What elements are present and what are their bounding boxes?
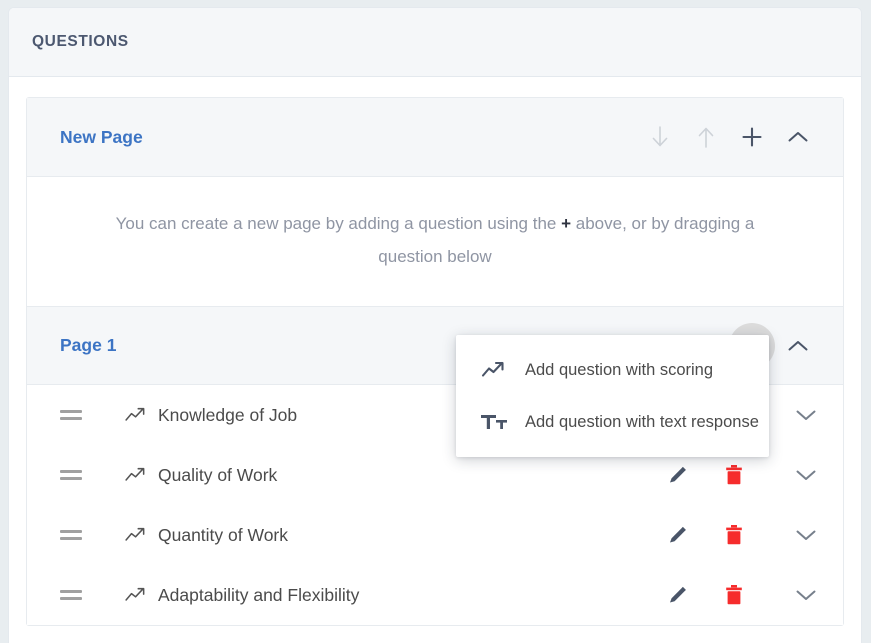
app-root: QUESTIONS New Page You can create a new … [0, 0, 871, 643]
pencil-icon [666, 463, 690, 487]
new-page-empty-state: You can create a new page by adding a qu… [27, 177, 843, 306]
page-title-new-page[interactable]: New Page [60, 127, 143, 148]
delete-question-button[interactable] [719, 520, 749, 550]
scoring-icon [124, 466, 148, 484]
question-actions [663, 460, 821, 490]
question-label: Quantity of Work [158, 524, 289, 545]
chevron-down-icon [794, 587, 818, 603]
scoring-icon [479, 360, 509, 380]
scoring-icon [124, 586, 148, 604]
move-page-down-button[interactable] [637, 114, 683, 160]
questions-panel: QUESTIONS New Page You can create a new … [8, 7, 862, 643]
collapse-page-button-page-1[interactable] [775, 323, 821, 369]
collapse-page-button-new-page[interactable] [775, 114, 821, 160]
new-page-hint-plus: + [561, 214, 572, 233]
question-actions [663, 580, 821, 610]
add-question-button-new-page[interactable] [729, 114, 775, 160]
new-page-hint: You can create a new page by adding a qu… [87, 207, 783, 273]
panel-title: QUESTIONS [32, 33, 129, 50]
delete-question-button[interactable] [719, 460, 749, 490]
expand-question-button[interactable] [791, 460, 821, 490]
delete-question-button[interactable] [719, 580, 749, 610]
panel-body: New Page You can create a new page by ad… [9, 77, 861, 626]
scoring-icon [124, 406, 148, 424]
menu-item-add-question-with-text-response[interactable]: Add question with text response [456, 396, 769, 448]
pencil-icon [666, 583, 690, 607]
expand-question-button[interactable] [791, 400, 821, 430]
text-response-icon [479, 411, 509, 433]
plus-icon [741, 126, 763, 148]
page-title-page-1[interactable]: Page 1 [60, 335, 116, 356]
chevron-down-icon [794, 527, 818, 543]
arrow-up-icon [695, 125, 717, 149]
question-label: Adaptability and Flexibility [158, 584, 360, 605]
drag-handle-icon[interactable] [60, 470, 86, 480]
question-row[interactable]: Adaptability and Flexibility [27, 565, 843, 625]
trash-icon [723, 523, 745, 547]
question-actions [663, 520, 821, 550]
page-header-new-page: New Page [27, 98, 843, 177]
chevron-down-icon [794, 407, 818, 423]
question-label: Knowledge of Job [158, 404, 298, 425]
menu-item-add-question-with-scoring[interactable]: Add question with scoring [456, 344, 769, 396]
move-page-up-button[interactable] [683, 114, 729, 160]
menu-item-label: Add question with scoring [525, 360, 714, 379]
edit-question-button[interactable] [663, 580, 693, 610]
question-row[interactable]: Quantity of Work [27, 505, 843, 565]
pages-card: New Page You can create a new page by ad… [26, 97, 844, 626]
expand-question-button[interactable] [791, 520, 821, 550]
expand-question-button[interactable] [791, 580, 821, 610]
question-label: Quality of Work [158, 464, 278, 485]
new-page-hint-before: You can create a new page by adding a qu… [115, 214, 557, 233]
chevron-up-icon [786, 338, 810, 354]
drag-handle-icon[interactable] [60, 530, 86, 540]
panel-header: QUESTIONS [9, 8, 861, 77]
drag-handle-icon[interactable] [60, 590, 86, 600]
edit-question-button[interactable] [663, 460, 693, 490]
trash-icon [723, 463, 745, 487]
chevron-down-icon [794, 467, 818, 483]
page-header-page-1: Page 1 Add question with scoring Add que… [27, 306, 843, 457]
page-actions-new-page [637, 114, 821, 160]
add-question-dropdown-menu: Add question with scoring Add question w… [456, 335, 769, 457]
arrow-down-icon [649, 125, 671, 149]
chevron-up-icon [786, 129, 810, 145]
drag-handle-icon[interactable] [60, 410, 86, 420]
trash-icon [723, 583, 745, 607]
edit-question-button[interactable] [663, 520, 693, 550]
menu-item-label: Add question with text response [525, 412, 759, 431]
scoring-icon [124, 526, 148, 544]
pencil-icon [666, 523, 690, 547]
